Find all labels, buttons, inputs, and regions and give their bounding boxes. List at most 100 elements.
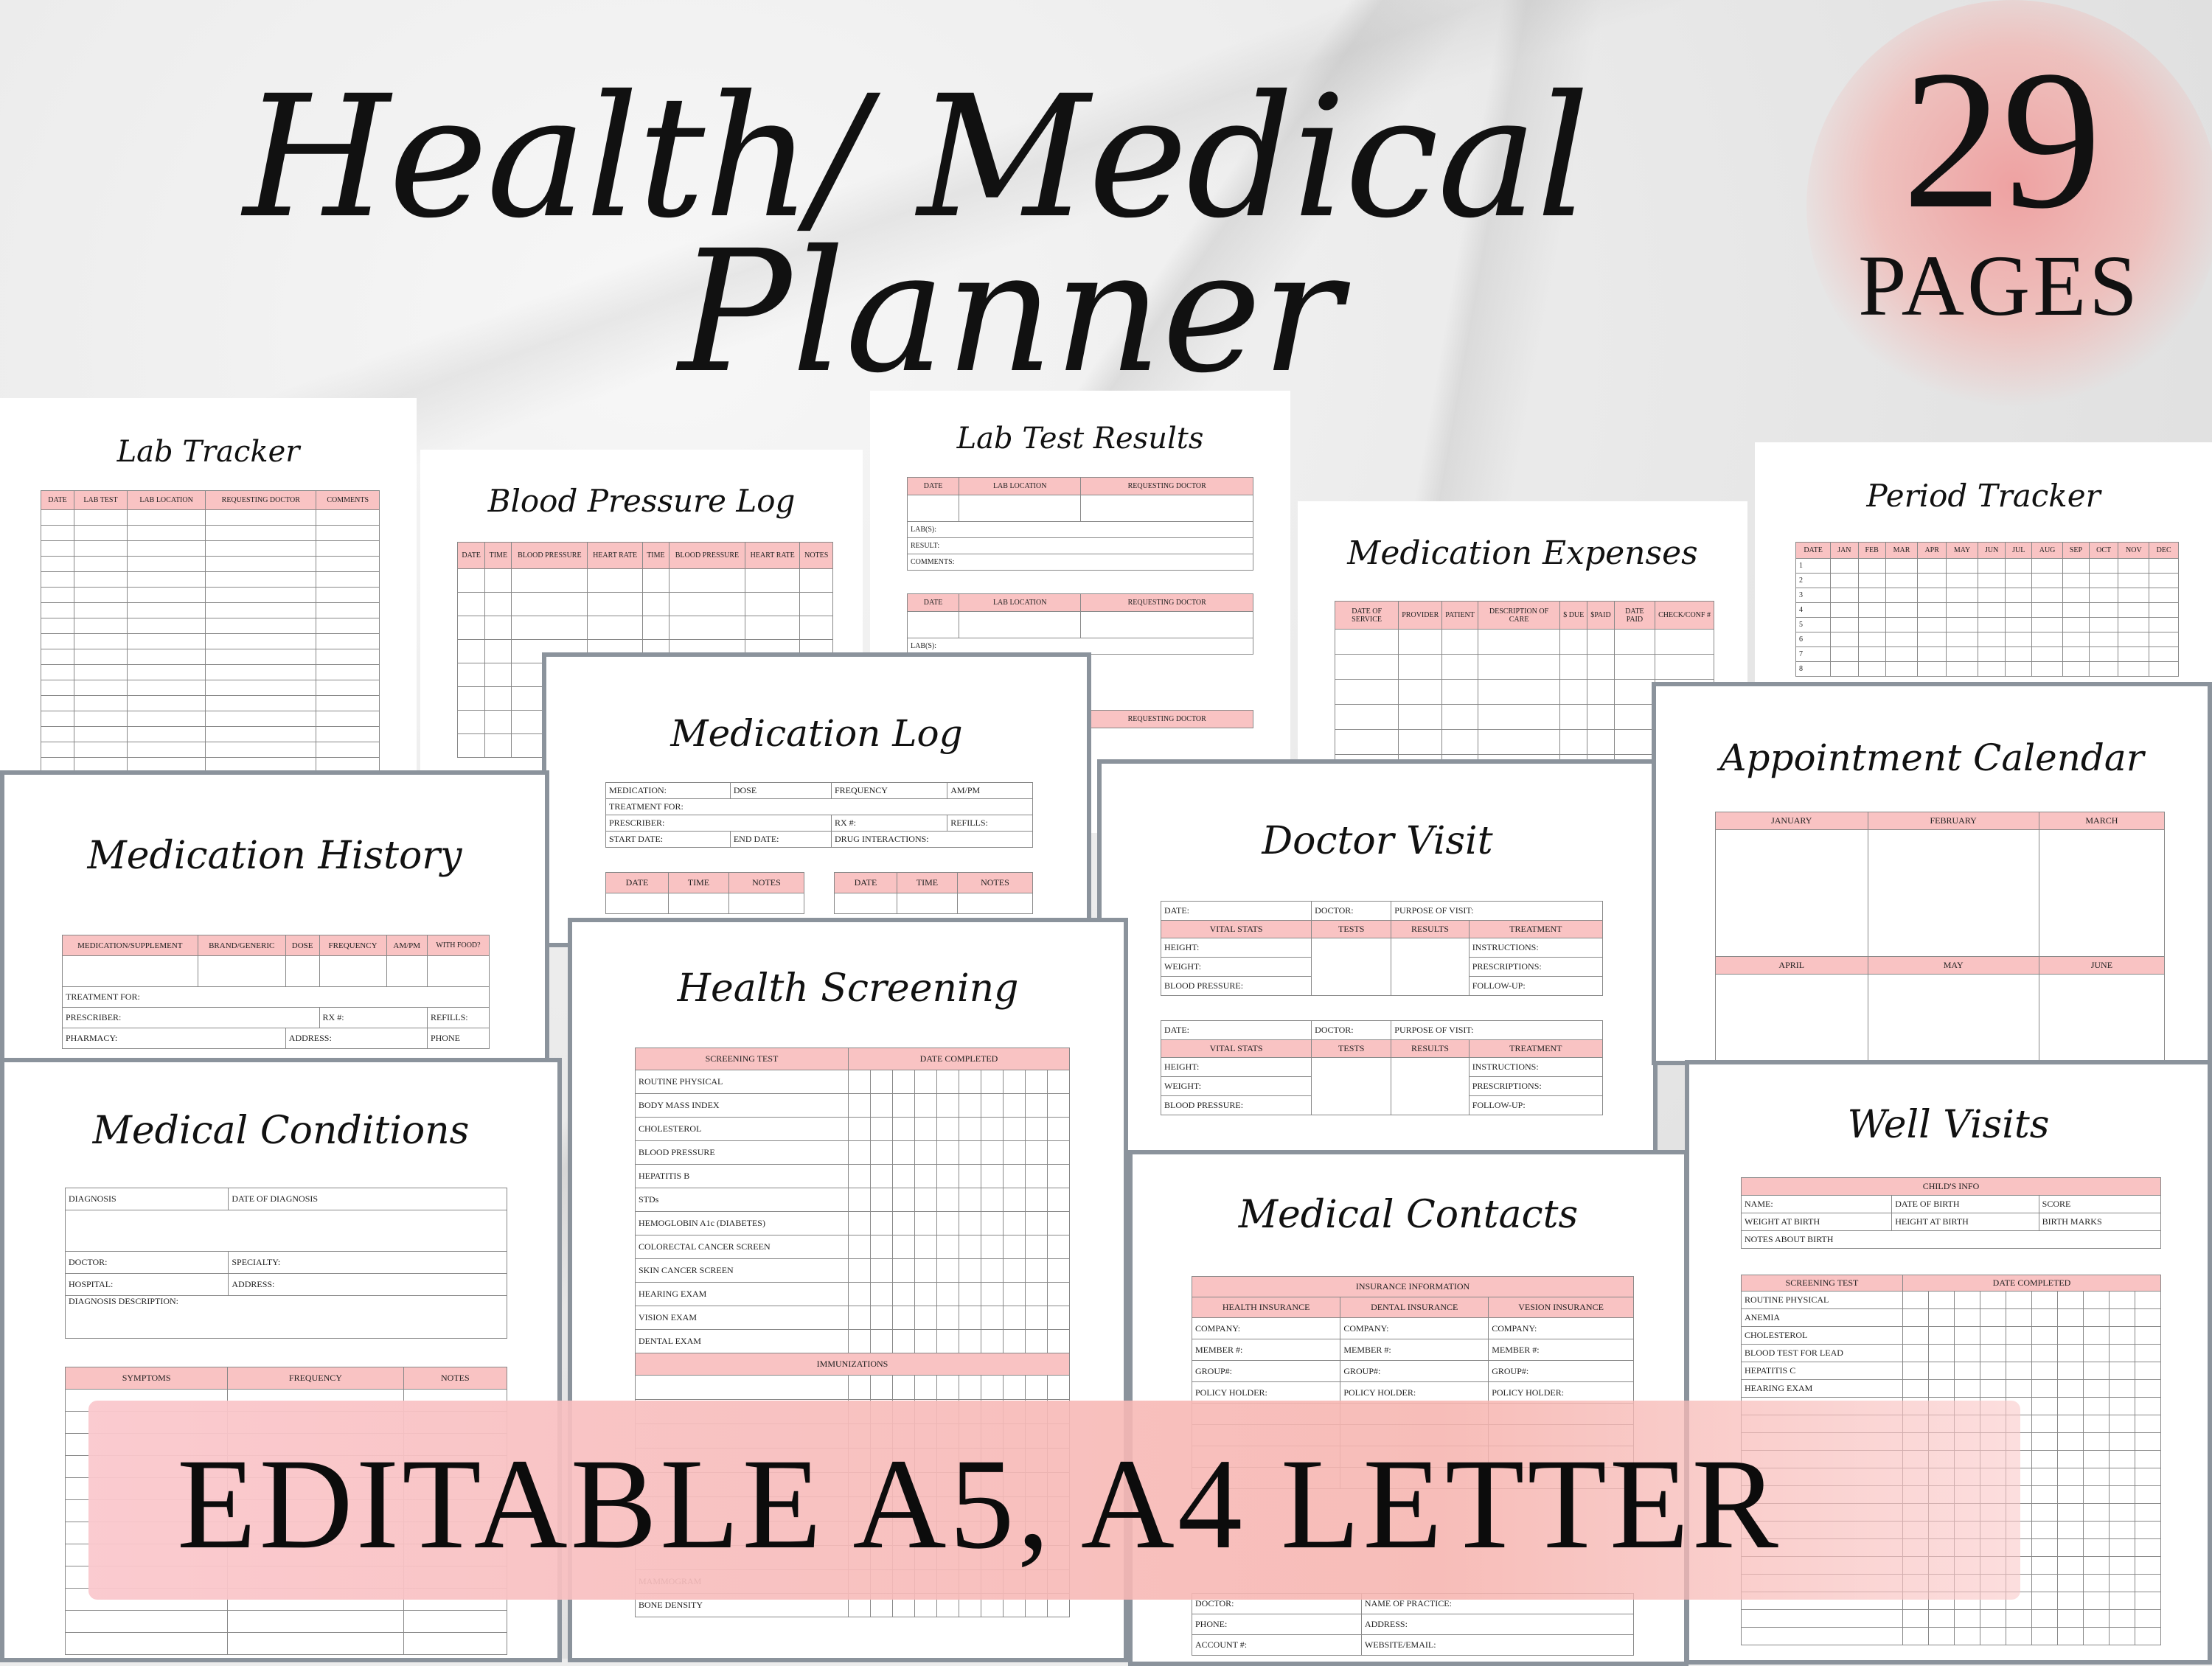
table-row bbox=[635, 1375, 1071, 1400]
table-row: 1 bbox=[1795, 558, 2179, 574]
row-label: BLOOD PRESSURE: bbox=[1160, 1095, 1312, 1115]
table-cell bbox=[891, 1211, 915, 1235]
table-cell bbox=[2108, 1379, 2135, 1398]
table-cell bbox=[635, 1375, 849, 1400]
table-cell bbox=[1927, 1344, 1955, 1362]
table-cell bbox=[1830, 632, 1859, 647]
table-row bbox=[40, 618, 380, 634]
field-label: HEIGHT AT BIRTH bbox=[1891, 1213, 2039, 1231]
field-label: MEDICATION: bbox=[605, 782, 731, 799]
table-cell bbox=[1024, 1164, 1048, 1188]
table-cell bbox=[587, 592, 643, 616]
period-header-row: DATE JAN FEB MAR APR MAY JUN JUL AUG SEP OCT NOV DEC bbox=[1795, 542, 2179, 559]
table-cell bbox=[316, 664, 380, 680]
table-cell bbox=[1046, 1235, 1071, 1259]
table-cell bbox=[1398, 654, 1443, 680]
table-cell bbox=[869, 1282, 893, 1306]
table-cell bbox=[484, 663, 512, 687]
table-cell bbox=[316, 509, 380, 526]
table-cell bbox=[1977, 602, 2006, 618]
table-cell bbox=[1917, 558, 1947, 574]
table-cell bbox=[980, 1117, 1004, 1141]
table-row: HEMOGLOBIN A1c (DIABETES) bbox=[635, 1211, 1071, 1235]
table-cell bbox=[2108, 1432, 2135, 1451]
col-header: LAB TEST bbox=[74, 490, 128, 510]
col-header: OCT bbox=[2088, 542, 2119, 559]
col-header: DATE OF SERVICE bbox=[1334, 601, 1399, 630]
table-cell bbox=[1902, 1326, 1929, 1345]
col-header: BLOOD PRESSURE bbox=[511, 542, 588, 569]
row-label: 7 bbox=[1795, 646, 1832, 662]
table-cell bbox=[958, 1164, 981, 1188]
table-cell bbox=[126, 633, 206, 649]
col-header: REQUESTING DOCTOR bbox=[1080, 477, 1253, 495]
row-label: MEMBER #: bbox=[1340, 1339, 1489, 1361]
table-cell bbox=[1977, 558, 2006, 574]
table-cell bbox=[40, 664, 75, 680]
col-header: DATE bbox=[605, 872, 669, 893]
table-cell bbox=[936, 1093, 959, 1118]
table-row: MEMBER #: MEMBER #: MEMBER #: bbox=[1191, 1339, 1634, 1361]
table-cell bbox=[1024, 1282, 1048, 1306]
table-cell bbox=[74, 649, 128, 665]
col-header: HEART RATE bbox=[744, 542, 801, 569]
table-cell bbox=[2056, 1592, 2084, 1610]
table-cell bbox=[1655, 629, 1714, 655]
table-cell bbox=[891, 1258, 915, 1283]
col-header: MEDICATION/SUPPLEMENT bbox=[62, 935, 198, 956]
table-cell bbox=[2031, 1308, 2058, 1327]
table-cell bbox=[2088, 573, 2119, 588]
table-cell bbox=[126, 711, 206, 727]
table-cell bbox=[2082, 1415, 2110, 1433]
table-cell bbox=[848, 1329, 871, 1353]
table-cell bbox=[205, 726, 317, 742]
table-cell bbox=[1613, 729, 1656, 755]
row-label: HEPATITIS B bbox=[635, 1164, 849, 1188]
table-cell bbox=[936, 1164, 959, 1188]
table-cell bbox=[1334, 679, 1399, 705]
field-label: ADDRESS: bbox=[228, 1273, 507, 1296]
medication-log-table-left: DATE TIME NOTES bbox=[605, 872, 805, 914]
table-cell bbox=[2134, 1450, 2162, 1468]
month-header: JANUARY bbox=[1715, 812, 1868, 830]
table-cell bbox=[2031, 1574, 2058, 1592]
table-cell bbox=[914, 1375, 937, 1400]
table-cell bbox=[2031, 1432, 2058, 1451]
table-cell bbox=[126, 695, 206, 711]
table-cell bbox=[2134, 1556, 2162, 1575]
table-cell bbox=[1024, 1188, 1048, 1212]
medication-log-table-right: DATE TIME NOTES bbox=[834, 872, 1034, 914]
table-cell bbox=[2134, 1362, 2162, 1380]
table-cell bbox=[958, 1188, 981, 1212]
table-cell bbox=[2056, 1574, 2084, 1592]
col-header: FEB bbox=[1857, 542, 1886, 559]
table-cell bbox=[40, 571, 75, 588]
table-cell bbox=[2082, 1556, 2110, 1575]
col-header: NOTES bbox=[403, 1367, 508, 1390]
table-cell bbox=[316, 695, 380, 711]
table-cell bbox=[2056, 1468, 2084, 1486]
table-cell bbox=[2108, 1485, 2135, 1504]
lab-tracker-table: DATE LAB TEST LAB LOCATION REQUESTING DO… bbox=[40, 490, 380, 781]
table-cell bbox=[2005, 1308, 2032, 1327]
field-label: DOCTOR: bbox=[1311, 901, 1392, 921]
table-cell bbox=[1946, 632, 1978, 647]
page-appointment-calendar: Appointment Calendar JANUARY FEBRUARY MA… bbox=[1652, 682, 2212, 1065]
table-cell bbox=[126, 742, 206, 758]
table-cell bbox=[980, 1282, 1004, 1306]
table-cell bbox=[1917, 573, 1947, 588]
table-row: BODY MASS INDEX bbox=[635, 1093, 1071, 1118]
table-cell bbox=[891, 1329, 915, 1353]
table-row bbox=[40, 525, 380, 541]
table-cell bbox=[2031, 632, 2064, 647]
row-label: PRESCRIPTIONS: bbox=[1468, 1076, 1604, 1096]
table-cell bbox=[205, 525, 317, 541]
table-cell bbox=[2031, 602, 2064, 618]
table-cell bbox=[980, 1140, 1004, 1165]
table-cell bbox=[869, 1164, 893, 1188]
month-header: FEBRUARY bbox=[1867, 812, 2039, 830]
format-banner-text: EDITABLE A5, A4 LETTER bbox=[177, 1432, 1781, 1576]
table-row: STDs bbox=[635, 1188, 1071, 1212]
table-cell bbox=[1902, 1362, 1929, 1380]
table-cell bbox=[958, 1140, 981, 1165]
